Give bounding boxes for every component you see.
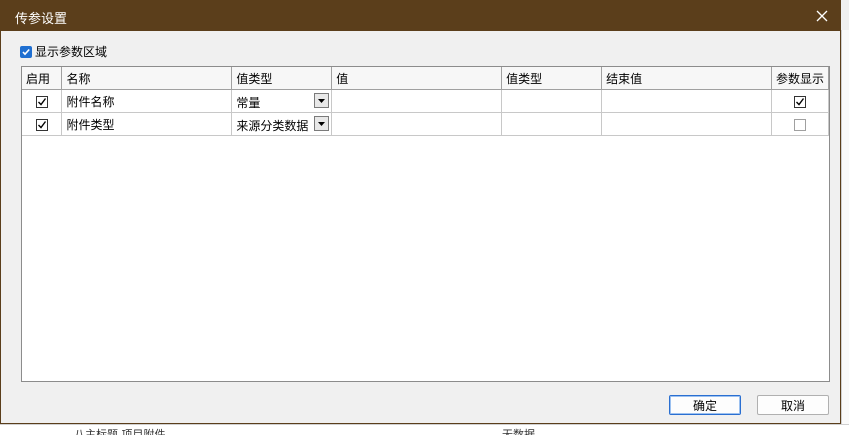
show-params-area-label: 显示参数区域 xyxy=(35,45,108,59)
end-value-cell[interactable] xyxy=(601,89,772,113)
param-display-cell[interactable] xyxy=(771,89,829,113)
value-type-cell[interactable]: 来源分类数据 xyxy=(231,112,333,136)
enabled-cell[interactable] xyxy=(22,89,63,113)
ok-button[interactable]: 确定 xyxy=(669,395,741,415)
value-type-2-cell[interactable] xyxy=(501,112,603,136)
col-header-name[interactable]: 名称 xyxy=(61,67,233,90)
background-strip-right xyxy=(841,30,849,424)
cancel-button[interactable]: 取消 xyxy=(757,395,829,415)
value-cell[interactable] xyxy=(331,89,503,113)
value-type-2-cell[interactable] xyxy=(501,89,603,113)
close-button[interactable] xyxy=(804,1,840,31)
dropdown-arrow-icon xyxy=(318,121,326,126)
value-type-dropdown-button[interactable] xyxy=(314,116,330,131)
value-type-select-value: 常量 xyxy=(236,96,261,110)
col-header-param-display[interactable]: 参数显示 xyxy=(771,67,829,90)
enabled-cell[interactable] xyxy=(22,112,63,136)
table-row[interactable]: 附件类型 来源分类数据 xyxy=(22,112,829,136)
grid-header-row: 启用 名称 值类型 值 值类型 结束值 参数显示 xyxy=(22,67,829,90)
value-type-cell[interactable]: 常量 xyxy=(231,89,333,113)
check-icon xyxy=(37,120,46,129)
param-display-checkbox[interactable] xyxy=(793,95,806,108)
col-header-value-type[interactable]: 值类型 xyxy=(231,67,333,90)
param-display-checkbox[interactable] xyxy=(793,118,806,131)
enabled-checkbox[interactable] xyxy=(35,95,48,108)
name-cell[interactable]: 附件类型 xyxy=(61,112,233,136)
param-settings-dialog: 传参设置 显示参数区域 启用 名称 值类型 值 值类型 结束值 参数显示 附件名… xyxy=(0,0,841,424)
dialog-titlebar[interactable]: 传参设置 xyxy=(1,1,840,31)
dialog-title: 传参设置 xyxy=(15,12,68,27)
table-row[interactable]: 附件名称 常量 xyxy=(22,89,829,113)
checkbox-checked-icon xyxy=(20,45,32,58)
params-grid: 启用 名称 值类型 值 值类型 结束值 参数显示 附件名称 常量 附件类型 来源… xyxy=(21,66,830,382)
background-app-row: 八主标题 项目附件 无数据 xyxy=(0,424,849,435)
check-icon xyxy=(795,97,805,106)
close-icon xyxy=(816,10,828,22)
value-type-select-value: 来源分类数据 xyxy=(236,119,309,133)
name-cell[interactable]: 附件名称 xyxy=(61,89,233,113)
col-header-end-value[interactable]: 结束值 xyxy=(601,67,772,90)
dropdown-arrow-icon xyxy=(318,98,326,103)
enabled-checkbox[interactable] xyxy=(35,118,48,131)
check-icon xyxy=(37,97,46,106)
show-params-area-checkbox[interactable]: 显示参数区域 xyxy=(20,43,107,60)
value-type-dropdown-button[interactable] xyxy=(314,93,330,108)
col-header-value-type-2[interactable]: 值类型 xyxy=(501,67,603,90)
end-value-cell[interactable] xyxy=(601,112,772,136)
col-header-enabled[interactable]: 启用 xyxy=(22,67,63,90)
col-header-value[interactable]: 值 xyxy=(331,67,503,90)
value-cell[interactable] xyxy=(331,112,503,136)
param-display-cell[interactable] xyxy=(771,112,829,136)
